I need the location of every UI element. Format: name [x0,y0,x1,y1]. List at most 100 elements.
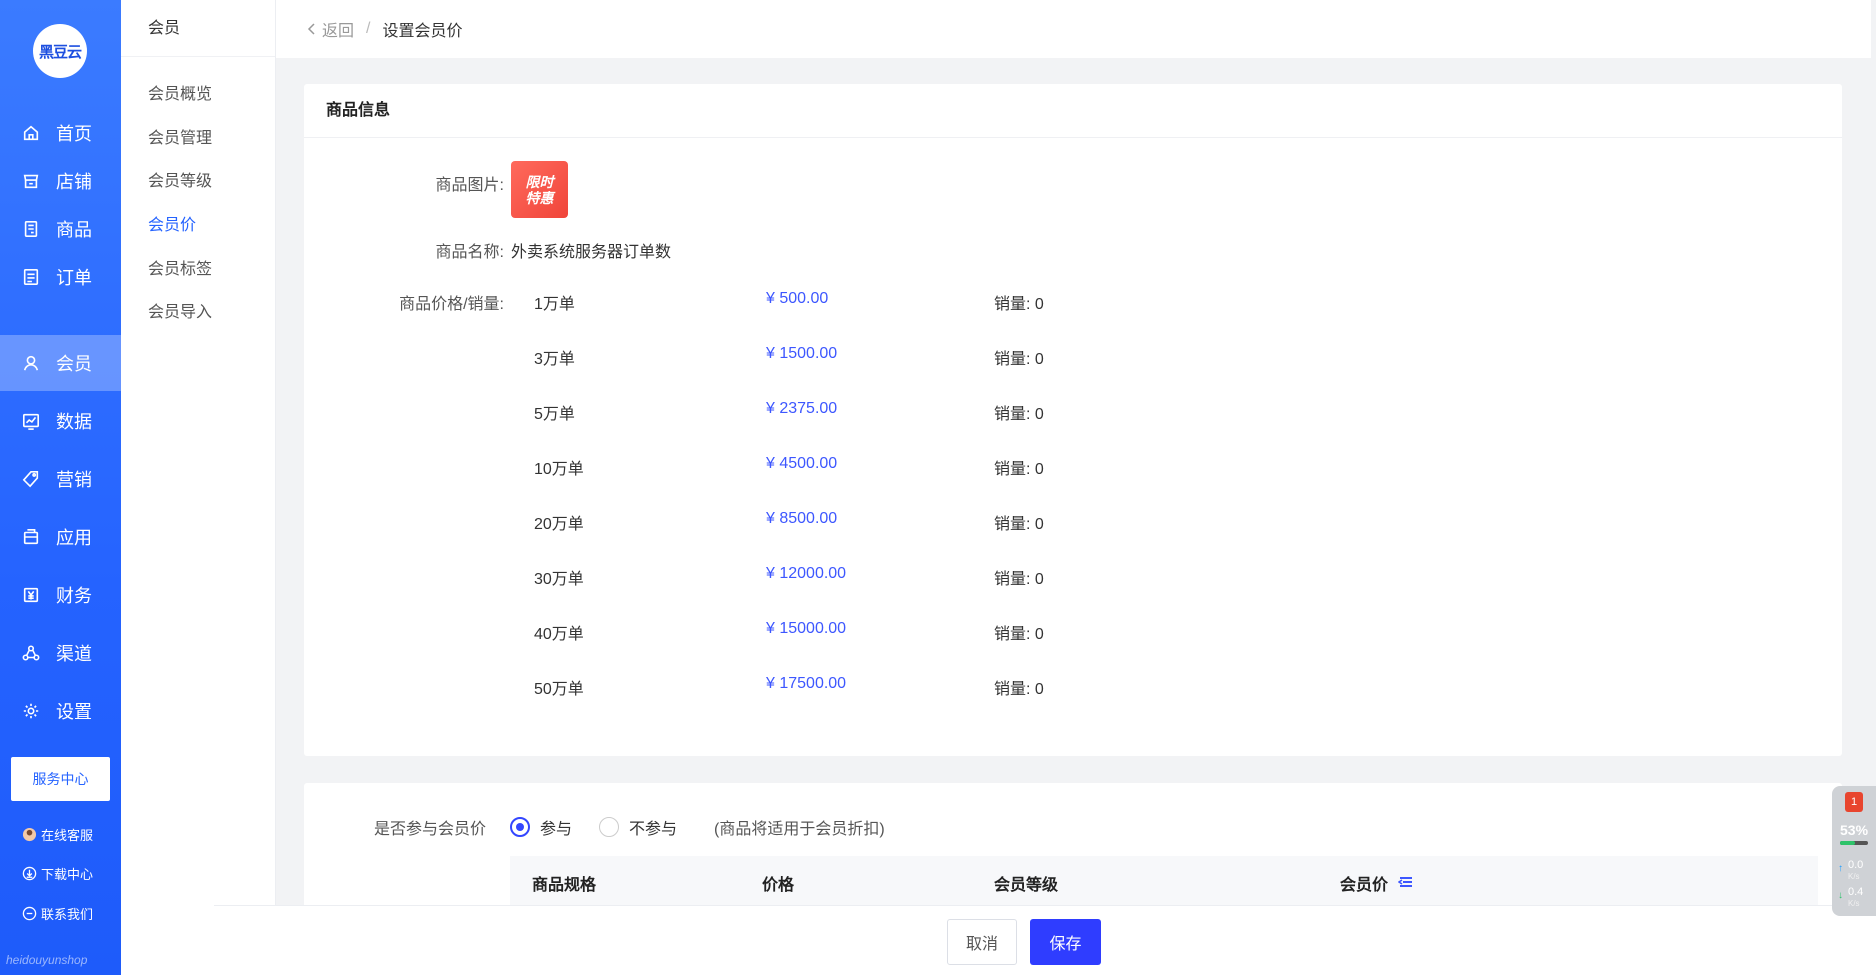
spec-price: ¥ 12000.00 [766,565,847,582]
sidebar-item-label: 应用 [56,528,92,548]
spec-sales: 销量: 0 [994,351,1044,368]
upload-speed: 0.0 K/s [1848,860,1863,882]
sidebar-item-label: 数据 [56,412,92,432]
product-image-text-1: 限时 [525,173,554,190]
network-monitor-widget[interactable]: 1 53% ↑ 0.0 K/s ↓ 0.4 K/s [1832,786,1876,916]
footer-brand: heidouyunshop [6,953,88,967]
product-image: 限时 特惠 [511,161,568,218]
name-label: 商品名称: [435,244,504,261]
radio-unchecked-icon [599,817,619,837]
col-spec: 商品规格 [532,877,597,894]
contact-us-label: 联系我们 [41,907,94,922]
spec-name: 30万单 [534,571,584,588]
sidebar-item-label: 订单 [56,268,92,288]
participate-yes-radio[interactable]: 参与 [510,815,572,839]
spec-name: 5万单 [534,406,575,423]
sidebar-item-label: 会员 [56,354,92,374]
member-subnav: 会员 会员概览 会员管理 会员等级 会员价 会员标签 会员导入 [121,0,276,975]
home-icon [23,125,39,141]
spec-price: ¥ 1500.00 [766,345,838,362]
sidebar-item-label: 营销 [56,470,92,490]
back-link[interactable]: 返回 [306,17,354,41]
participate-no-radio[interactable]: 不参与 [599,815,677,839]
batch-set-icon[interactable] [1398,875,1414,888]
spec-price: ¥ 17500.00 [766,675,847,692]
cancel-button[interactable]: 取消 [947,919,1017,965]
channel-icon [22,645,40,661]
avatar-icon [22,827,37,842]
store-icon [23,174,39,189]
sidebar-item-orders[interactable]: 订单 [0,249,121,305]
user-icon [23,355,39,371]
breadcrumb-separator: / [366,20,371,37]
sidebar-item-label: 财务 [56,586,92,606]
spec-sales: 销量: 0 [994,626,1044,643]
subnav-item-levels[interactable]: 会员等级 [148,167,212,191]
contact-us-link[interactable]: 联系我们 [22,904,93,923]
spec-name: 40万单 [534,626,584,643]
spec-name: 1万单 [534,296,575,313]
gear-icon [23,703,39,719]
participate-note: (商品将适用于会员折扣) [714,821,885,838]
subnav-item-management[interactable]: 会员管理 [148,124,212,148]
chevron-left-icon [307,23,315,35]
spec-sales: 销量: 0 [994,571,1044,588]
sidebar-item-finance[interactable]: 财务 [0,567,121,623]
spec-sales: 销量: 0 [994,406,1044,423]
subnav-item-tags[interactable]: 会员标签 [148,255,212,279]
sidebar-item-channels[interactable]: 渠道 [0,625,121,681]
sidebar-item-label: 商品 [56,220,92,240]
subnav-item-overview[interactable]: 会员概览 [148,80,212,104]
product-info-card: 商品信息 商品图片: 限时 特惠 商品名称: 外卖系统服务器订单数 商品价格/销… [304,84,1842,756]
upload-arrow-icon: ↑ [1838,863,1843,874]
spec-name: 3万单 [534,351,575,368]
sidebar-item-label: 渠道 [56,644,92,664]
sidebar-item-members[interactable]: 会员 [0,335,121,391]
spec-price: ¥ 8500.00 [766,510,838,527]
order-icon [23,268,39,286]
download-icon [22,866,37,881]
download-unit: K/s [1848,899,1860,908]
radio-yes-label: 参与 [540,821,573,838]
col-price: 价格 [762,877,795,894]
sidebar-item-settings[interactable]: 设置 [0,683,121,739]
spec-sales: 销量: 0 [994,681,1044,698]
brand-logo[interactable]: 黑豆云 [33,24,87,78]
image-label: 商品图片: [435,177,504,194]
download-value: 0.4 [1848,886,1864,898]
save-button[interactable]: 保存 [1030,919,1101,965]
radio-checked-icon [510,817,530,837]
download-center-link[interactable]: 下载中心 [22,864,93,883]
upload-unit: K/s [1848,872,1860,881]
participate-label: 是否参与会员价 [374,821,487,838]
online-support-link[interactable]: 在线客服 [22,825,93,844]
contact-icon [22,906,37,921]
tag-icon [22,470,39,488]
subnav-item-import[interactable]: 会员导入 [148,298,212,322]
chart-icon [22,413,40,430]
main-sidebar: 黑豆云 首页 店铺 商品 订单 会员 数据 营销 应用 财务 渠道 设置 服务中… [0,0,121,975]
sidebar-item-data[interactable]: 数据 [0,393,121,449]
spec-price: ¥ 15000.00 [766,620,847,637]
breadcrumb: 返回 / 设置会员价 [276,0,1871,58]
spec-price: ¥ 2375.00 [766,400,838,417]
service-center-button[interactable]: 服务中心 [11,757,110,801]
section-title: 商品信息 [304,84,1842,138]
col-member-level: 会员等级 [994,877,1059,894]
page-title: 设置会员价 [382,23,463,40]
sidebar-item-marketing[interactable]: 营销 [0,451,121,507]
spec-sales: 销量: 0 [994,461,1044,478]
product-name: 外卖系统服务器订单数 [511,244,672,261]
spec-name: 50万单 [534,681,584,698]
spec-sales: 销量: 0 [994,516,1044,533]
col-member-price: 会员价 [1340,877,1389,894]
sidebar-item-label: 首页 [56,124,92,144]
member-price-table-header: 商品规格 价格 会员等级 会员价 [510,856,1818,906]
back-label: 返回 [322,23,355,40]
price-sales-label: 商品价格/销量: [399,296,504,313]
shield-badge-icon: 1 [1845,792,1863,812]
subnav-item-member-price[interactable]: 会员价 [148,211,196,235]
sidebar-item-apps[interactable]: 应用 [0,509,121,565]
download-center-label: 下载中心 [41,867,94,882]
spec-price: ¥ 4500.00 [766,455,838,472]
